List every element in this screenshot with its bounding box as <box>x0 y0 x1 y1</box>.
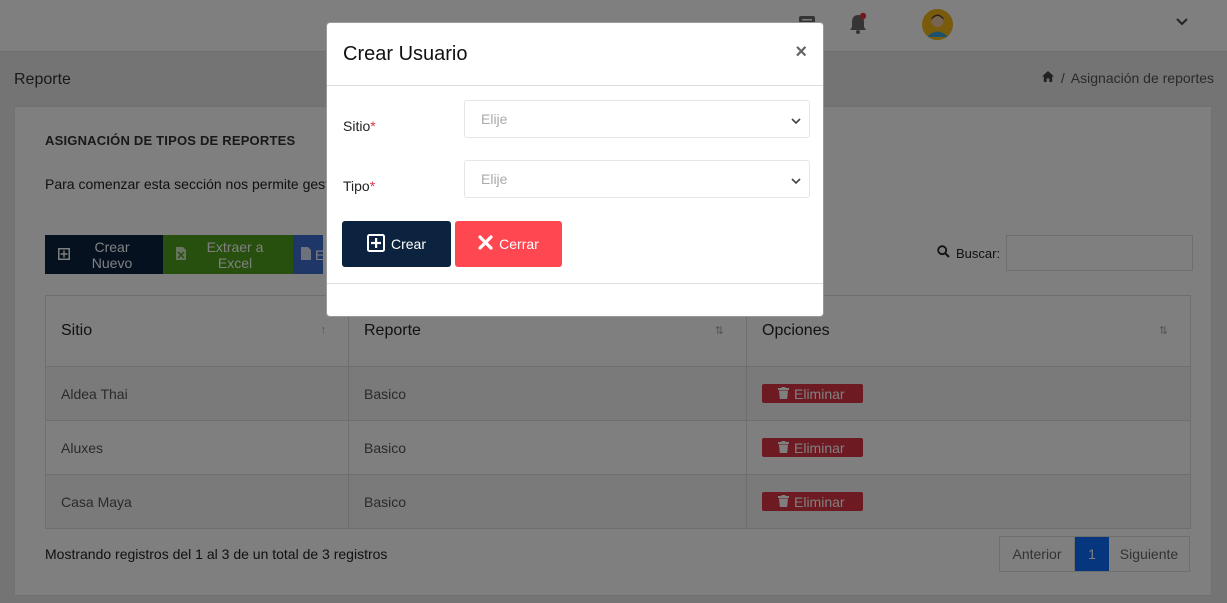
required-mark: * <box>370 118 376 134</box>
close-icon[interactable]: × <box>795 41 807 64</box>
tipo-select-value: Elije <box>481 171 508 187</box>
create-user-modal: Crear Usuario × Sitio* Elije Tipo* Elije… <box>326 22 824 317</box>
close-button-label: Cerrar <box>499 236 539 252</box>
create-button[interactable]: Crear <box>342 221 451 267</box>
plus-square-icon <box>366 233 385 255</box>
close-button[interactable]: Cerrar <box>455 221 562 267</box>
required-mark: * <box>369 178 376 194</box>
sitio-select[interactable]: Elije <box>464 100 810 138</box>
x-icon <box>478 235 493 253</box>
sitio-label: Sitio* <box>343 118 376 134</box>
tipo-label: Tipo* <box>343 178 376 194</box>
sitio-select-value: Elije <box>481 111 508 127</box>
tipo-select[interactable]: Elije <box>464 160 810 198</box>
modal-header: Crear Usuario × <box>327 23 823 86</box>
modal-footer <box>327 283 823 284</box>
chevron-down-icon <box>791 173 801 189</box>
modal-title: Crear Usuario <box>343 43 468 65</box>
chevron-down-icon <box>791 113 801 129</box>
create-button-label: Crear <box>390 236 426 252</box>
